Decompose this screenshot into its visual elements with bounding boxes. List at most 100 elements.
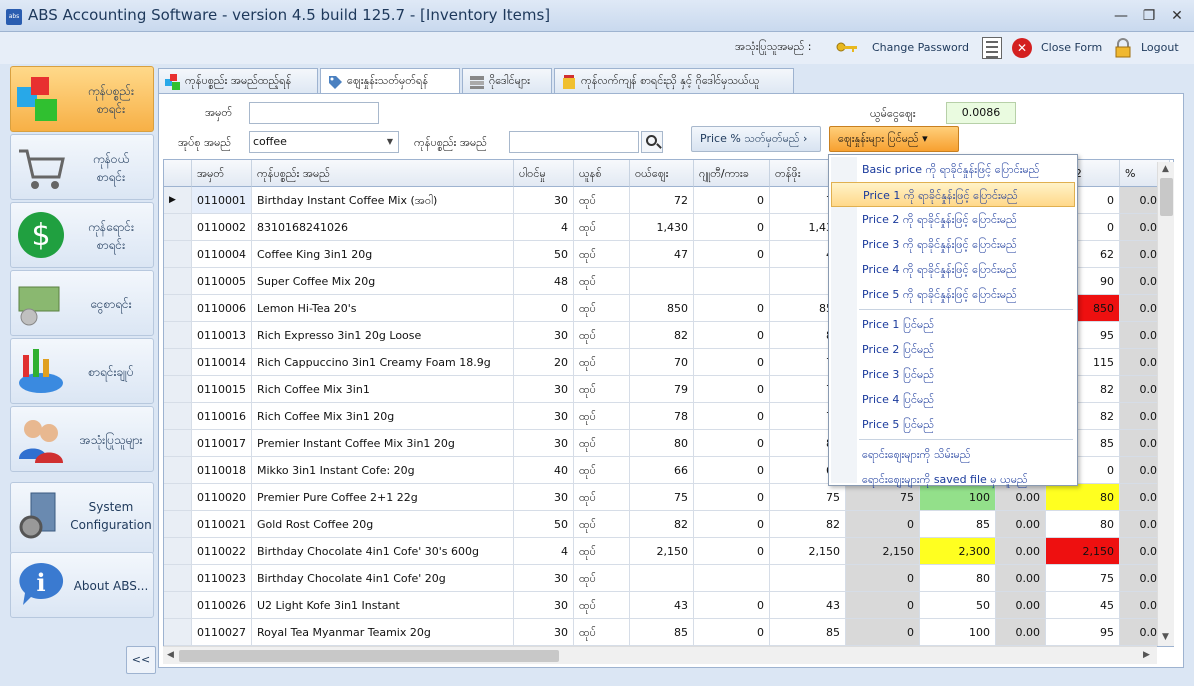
table-cell[interactable]: Mikko 3in1 Instant Cofe: 20g: [252, 457, 514, 484]
row-selector[interactable]: [164, 376, 192, 403]
table-cell[interactable]: 78: [630, 403, 694, 430]
table-cell[interactable]: 2,150: [846, 538, 920, 565]
table-cell[interactable]: 0.00: [996, 538, 1046, 565]
table-cell[interactable]: 0110006: [192, 295, 252, 322]
search-button[interactable]: [641, 131, 663, 153]
table-cell[interactable]: ထုပ်: [574, 511, 630, 538]
table-cell[interactable]: 47: [630, 241, 694, 268]
table-cell[interactable]: 50: [514, 241, 574, 268]
table-cell[interactable]: 0.00: [996, 565, 1046, 592]
scroll-up-icon[interactable]: ▲: [1162, 164, 1169, 174]
table-cell[interactable]: 82: [770, 511, 846, 538]
table-cell[interactable]: 50: [514, 511, 574, 538]
table-cell[interactable]: 0110022: [192, 538, 252, 565]
table-cell[interactable]: ထုပ်: [574, 484, 630, 511]
table-cell[interactable]: 0110017: [192, 430, 252, 457]
table-cell[interactable]: 45: [1046, 592, 1120, 619]
row-selector[interactable]: ▶: [164, 187, 192, 214]
tab-price-setting[interactable]: ဈေးနှုန်းသတ်မှတ်ရန်: [320, 68, 460, 95]
table-cell[interactable]: 48: [514, 268, 574, 295]
scroll-down-icon[interactable]: ▼: [1162, 632, 1169, 642]
table-cell[interactable]: 8310168241026: [252, 214, 514, 241]
table-cell[interactable]: 0: [694, 403, 770, 430]
table-cell[interactable]: Rich Coffee Mix 3in1: [252, 376, 514, 403]
table-cell[interactable]: 0: [846, 511, 920, 538]
row-selector[interactable]: [164, 619, 192, 646]
row-selector[interactable]: [164, 322, 192, 349]
table-cell[interactable]: 0110004: [192, 241, 252, 268]
table-cell[interactable]: ထုပ်: [574, 322, 630, 349]
table-cell[interactable]: 0: [694, 538, 770, 565]
vertical-scroll-thumb[interactable]: [1160, 178, 1173, 216]
table-cell[interactable]: [630, 268, 694, 295]
restore-button[interactable]: ❐: [1134, 6, 1164, 26]
table-cell[interactable]: ထုပ်: [574, 295, 630, 322]
table-cell[interactable]: 0110002: [192, 214, 252, 241]
document-icon[interactable]: [982, 37, 1002, 59]
table-cell[interactable]: 0110023: [192, 565, 252, 592]
table-cell[interactable]: 2,300: [920, 538, 996, 565]
horizontal-scrollbar[interactable]: ◀ ▶: [163, 646, 1157, 664]
horizontal-scroll-thumb[interactable]: [179, 650, 559, 662]
vertical-scrollbar[interactable]: ▲ ▼: [1157, 162, 1174, 646]
table-cell[interactable]: ထုပ်: [574, 403, 630, 430]
table-cell[interactable]: 0: [514, 295, 574, 322]
table-cell[interactable]: 0: [846, 619, 920, 646]
table-cell[interactable]: Premier Pure Coffee 2+1 22g: [252, 484, 514, 511]
table-cell[interactable]: Gold Rost Coffee 20g: [252, 511, 514, 538]
column-header[interactable]: ပါဝင်မှု: [514, 160, 574, 187]
table-cell[interactable]: 30: [514, 430, 574, 457]
table-cell[interactable]: 0: [694, 214, 770, 241]
column-header[interactable]: ဝယ်ဈေး: [630, 160, 694, 187]
table-cell[interactable]: 0: [694, 619, 770, 646]
table-cell[interactable]: 80: [1046, 511, 1120, 538]
table-cell[interactable]: 75: [1046, 565, 1120, 592]
minimize-button[interactable]: —: [1106, 6, 1136, 26]
menu-item[interactable]: Price 2 ပြင်မည်: [831, 337, 1075, 362]
table-cell[interactable]: 0: [694, 484, 770, 511]
table-cell[interactable]: ထုပ်: [574, 430, 630, 457]
table-cell[interactable]: 0: [694, 430, 770, 457]
chevron-down-icon[interactable]: ▼: [382, 132, 398, 152]
table-cell[interactable]: 0: [694, 187, 770, 214]
column-header[interactable]: ယူနစ်: [574, 160, 630, 187]
sidebar-item-inventory[interactable]: ကုန်ပစ္စည်း စာရင်း: [10, 66, 154, 132]
table-cell[interactable]: 82: [630, 511, 694, 538]
table-cell[interactable]: [694, 565, 770, 592]
table-cell[interactable]: Coffee King 3in1 20g: [252, 241, 514, 268]
table-cell[interactable]: 2,150: [1046, 538, 1120, 565]
row-selector[interactable]: [164, 403, 192, 430]
table-cell[interactable]: 0110027: [192, 619, 252, 646]
table-cell[interactable]: 0: [694, 511, 770, 538]
table-cell[interactable]: 30: [514, 376, 574, 403]
menu-item[interactable]: Basic price ကို ရာခိုင်နှုန်းဖြင့် ပြောင…: [831, 157, 1075, 182]
table-cell[interactable]: 66: [630, 457, 694, 484]
table-cell[interactable]: 0110005: [192, 268, 252, 295]
table-cell[interactable]: 0110001: [192, 187, 252, 214]
row-selector[interactable]: [164, 214, 192, 241]
table-cell[interactable]: 0110018: [192, 457, 252, 484]
table-cell[interactable]: 75: [630, 484, 694, 511]
menu-item[interactable]: Price 4 ကို ရာခိုင်နှုန်းဖြင့် ပြောင်းမည…: [831, 257, 1075, 282]
column-header[interactable]: အမှတ်: [192, 160, 252, 187]
table-cell[interactable]: 80: [920, 565, 996, 592]
sidebar-item-reports[interactable]: စာရင်းချုပ်: [10, 338, 154, 404]
table-cell[interactable]: Royal Tea Myanmar Teamix 20g: [252, 619, 514, 646]
table-cell[interactable]: 0: [846, 592, 920, 619]
scroll-right-icon[interactable]: ▶: [1143, 650, 1150, 660]
row-selector[interactable]: [164, 295, 192, 322]
table-cell[interactable]: [770, 565, 846, 592]
menu-item[interactable]: Price 1 ကို ရာခိုင်နှုန်းဖြင့် ပြောင်းမည…: [831, 182, 1075, 207]
table-cell[interactable]: 2,150: [630, 538, 694, 565]
table-cell[interactable]: ထုပ်: [574, 268, 630, 295]
code-input[interactable]: [249, 102, 379, 124]
sidebar-item-system-config[interactable]: System Configuration: [10, 482, 154, 554]
column-header[interactable]: ကုန်ပစ္စည်း အမည်: [252, 160, 514, 187]
row-selector[interactable]: [164, 268, 192, 295]
tab-stock-adjust[interactable]: ကုန်လက်ကျန် စာရင်းညှိ နှင့် ဂိုဒေါင်မှသယ…: [554, 68, 794, 94]
table-cell[interactable]: 0110020: [192, 484, 252, 511]
column-header[interactable]: ဂျူတီ/ကားခ: [694, 160, 770, 187]
table-cell[interactable]: 85: [630, 619, 694, 646]
table-cell[interactable]: 30: [514, 322, 574, 349]
table-cell[interactable]: 82: [630, 322, 694, 349]
